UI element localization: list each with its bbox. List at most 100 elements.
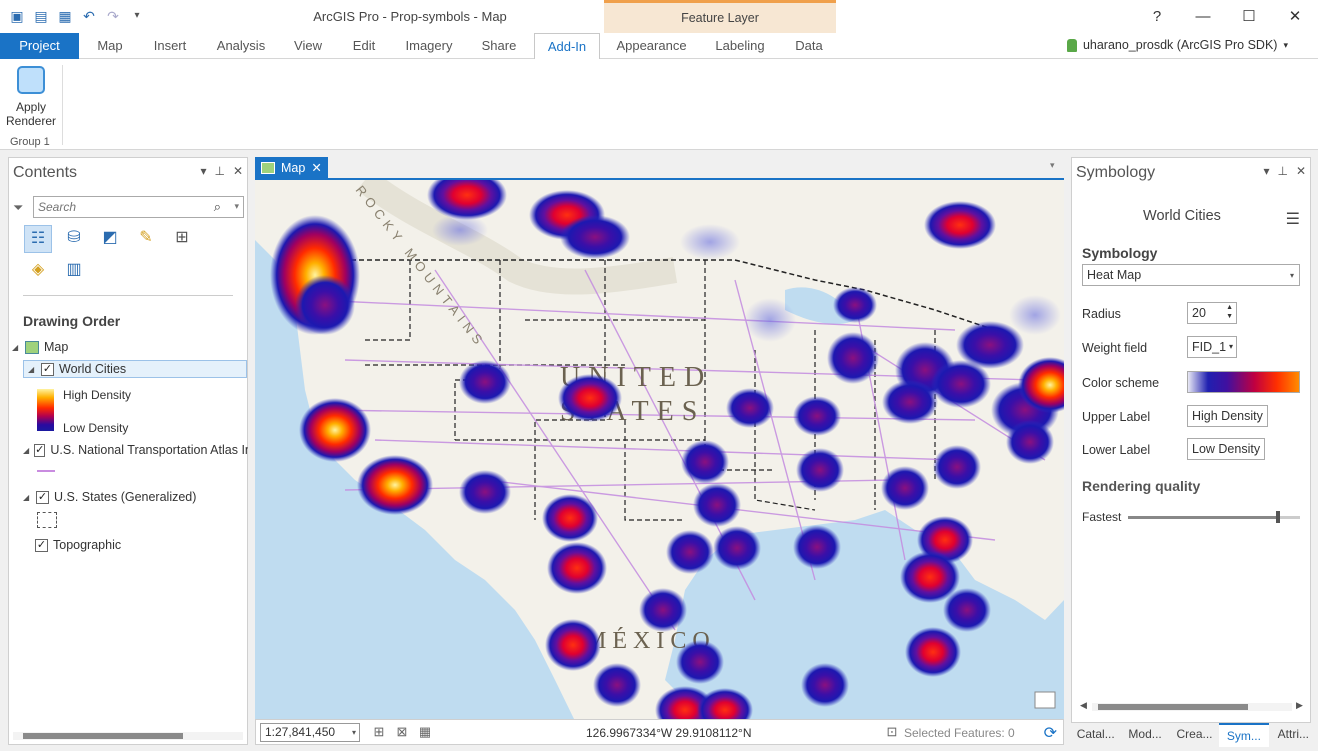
search-icon[interactable]: ⌕ [214,199,221,215]
collapse-caret-icon[interactable]: ◢ [23,493,31,502]
map-view[interactable]: UNITED STATES MÉXICO ROCKY MOUNTAINS [255,178,1064,719]
heat-cluster [639,588,687,632]
layer-label: U.S. National Transportation Atlas Int [50,443,248,457]
quick-access-toolbar: ▣ ▤ ▦ ↶ ↷ ▾ [8,7,146,25]
color-scheme-select[interactable] [1187,371,1300,393]
list-by-charts-icon[interactable]: ▥ [60,257,88,285]
chevron-down-icon[interactable]: ▾ [1290,266,1294,286]
contents-search[interactable]: ⌕ ▾ [33,196,244,218]
list-by-editing-icon[interactable]: ✎ [132,225,160,253]
open-project-icon[interactable]: ▤ [32,7,50,25]
pane-menu-icon[interactable]: ▾ [200,164,206,178]
tree-map-node[interactable]: ◢ Map [12,340,68,354]
view-menu-icon[interactable]: ▾ [1050,160,1055,171]
heat-cluster [666,530,714,574]
radius-stepper[interactable]: 20 ▲ ▼ [1187,302,1237,324]
layer-visibility-checkbox[interactable]: ✓ [41,362,54,376]
tab-labeling[interactable]: Labeling [704,33,776,59]
full-extent-icon[interactable]: ⊠ [394,724,410,740]
pin-icon[interactable]: ⊥ [1277,164,1287,178]
maximize-icon[interactable]: ☐ [1226,0,1272,33]
tab-attributes[interactable]: Attri... [1269,723,1318,747]
tab-view[interactable]: View [283,33,333,59]
map-canvas[interactable]: UNITED STATES MÉXICO ROCKY MOUNTAINS [255,180,1064,719]
layer-world-cities[interactable]: ◢ ✓ World Cities [23,360,247,378]
tab-imagery[interactable]: Imagery [395,33,463,59]
tab-appearance[interactable]: Appearance [609,33,694,59]
customize-icon[interactable]: ▾ [128,7,146,25]
renderer-select[interactable]: Heat Map ▾ [1082,264,1300,286]
tab-add-in[interactable]: Add-In [534,33,600,60]
chevron-down-icon[interactable]: ▾ [1229,337,1233,357]
pin-icon[interactable]: ⊥ [214,164,224,178]
layer-us-states[interactable]: ◢ ✓ U.S. States (Generalized) [23,490,196,504]
grid-icon[interactable]: ▦ [417,724,433,740]
upper-label-input[interactable]: High Density [1187,405,1268,427]
tab-modify[interactable]: Mod... [1120,723,1169,747]
scrollbar-thumb[interactable] [1098,704,1248,710]
scroll-right-icon[interactable]: ▶ [1296,700,1303,711]
spinner-icon[interactable]: ▲ ▼ [1226,303,1233,321]
scrollbar-thumb[interactable] [23,733,183,739]
list-by-labeling-icon[interactable]: ◈ [24,257,52,285]
tab-edit[interactable]: Edit [340,33,388,59]
layer-visibility-checkbox[interactable]: ✓ [34,443,46,457]
selected-features-count: Selected Features: 0 [904,726,1015,740]
hamburger-menu-icon[interactable]: ☰ [1286,209,1300,229]
tab-insert[interactable]: Insert [141,33,199,59]
list-by-data-source-icon[interactable]: ⛁ [60,225,88,253]
horizontal-scrollbar[interactable] [13,732,243,740]
lower-label-input[interactable]: Low Density [1187,438,1266,460]
scroll-left-icon[interactable]: ◀ [1080,700,1087,711]
heat-cluster [933,445,981,489]
close-icon[interactable]: ✕ [311,160,321,175]
tab-catalog[interactable]: Catal... [1071,723,1120,747]
tab-data[interactable]: Data [784,33,834,59]
tab-project[interactable]: Project [0,33,79,59]
redo-icon[interactable]: ↷ [104,7,122,25]
list-by-drawing-order-icon[interactable]: ☷ [24,225,52,253]
map-overview-icon[interactable] [1034,691,1056,709]
apply-renderer-button[interactable]: Apply Renderer [4,64,58,134]
selection-icon[interactable]: ⊡ [884,724,900,740]
layer-visibility-checkbox[interactable]: ✓ [36,490,49,504]
tab-map[interactable]: Map [84,33,136,59]
undo-icon[interactable]: ↶ [80,7,98,25]
tab-symbology[interactable]: Sym... [1219,723,1269,747]
fixed-zoom-icon[interactable]: ⊞ [371,724,387,740]
collapse-caret-icon[interactable]: ◢ [28,365,36,374]
list-by-selection-icon[interactable]: ◩ [96,225,124,253]
pane-menu-icon[interactable]: ▾ [1263,164,1269,178]
tab-share[interactable]: Share [470,33,528,59]
minimize-icon[interactable]: — [1180,0,1226,33]
user-account[interactable]: uharano_prosdk (ArcGIS Pro SDK) ▾ [1066,38,1288,52]
symbology-heading: Symbology [1082,245,1158,261]
collapse-caret-icon[interactable]: ◢ [12,343,20,352]
chevron-down-icon[interactable]: ▾ [234,201,239,212]
save-project-icon[interactable]: ▦ [56,7,74,25]
filter-icon[interactable]: ⏷ [13,200,27,216]
coordinate-readout: 126.9967334°W 29.9108112°N [586,726,752,740]
horizontal-scrollbar[interactable] [1092,703,1292,711]
layer-topographic[interactable]: ✓ Topographic [35,538,121,552]
list-by-snapping-icon[interactable]: ⊞ [168,225,196,253]
collapse-caret-icon[interactable]: ◢ [23,446,29,455]
rendering-quality-slider[interactable] [1128,511,1300,523]
map-view-tab[interactable]: Map ✕ [255,157,328,178]
slider-thumb[interactable] [1275,511,1280,523]
weight-field-select[interactable]: FID_1 ▾ [1187,336,1237,358]
chevron-down-icon[interactable]: ▾ [352,724,356,741]
search-input[interactable] [38,199,198,215]
close-pane-icon[interactable]: ✕ [233,164,243,178]
layer-transportation-atlas[interactable]: ◢ ✓ U.S. National Transportation Atlas I… [23,443,248,457]
ribbon: Apply Renderer Group 1 [0,59,1318,150]
layer-visibility-checkbox[interactable]: ✓ [35,538,48,552]
new-project-icon[interactable]: ▣ [8,7,26,25]
close-icon[interactable]: ✕ [1272,0,1318,33]
help-icon[interactable]: ? [1134,0,1180,33]
close-pane-icon[interactable]: ✕ [1296,164,1306,178]
tab-analysis[interactable]: Analysis [206,33,276,59]
refresh-icon[interactable]: ⟳ [1044,723,1057,743]
tab-create[interactable]: Crea... [1170,723,1219,747]
scale-select[interactable]: 1:27,841,450 ▾ [260,723,360,742]
